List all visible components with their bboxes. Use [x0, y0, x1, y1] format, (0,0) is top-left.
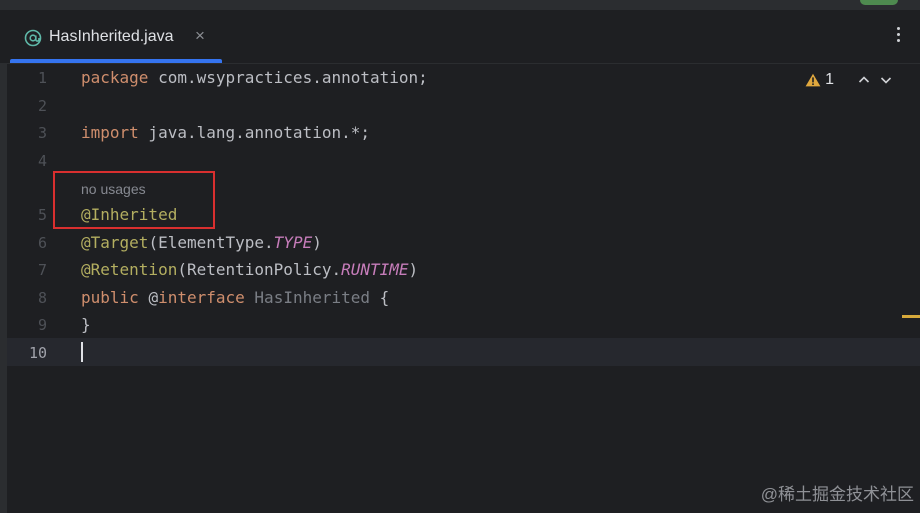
line-number-current: 10 — [28, 344, 47, 362]
annotation-at-icon — [24, 29, 42, 47]
code-line-6: @Target(ElementType.TYPE) — [81, 233, 322, 252]
chevron-down-icon[interactable] — [880, 74, 892, 86]
constant-token: RUNTIME — [341, 260, 409, 279]
warning-icon — [805, 73, 821, 87]
line-number: 5 — [37, 206, 47, 224]
keyword-token: import — [81, 123, 139, 142]
more-vertical-icon[interactable] — [890, 24, 906, 46]
watermark: @稀土掘金技术社区 — [760, 485, 914, 504]
current-line-highlight — [7, 338, 920, 366]
line-number: 1 — [37, 69, 47, 87]
line-number: 6 — [37, 234, 47, 252]
code-text: } — [81, 315, 91, 334]
warning-count: 1 — [825, 71, 834, 88]
scrollbar-warning-marker[interactable] — [902, 315, 920, 318]
code-line-7: @Retention(RetentionPolicy.RUNTIME) — [81, 260, 418, 279]
keyword-token: interface — [158, 288, 245, 307]
code-text: com.wsypractices.annotation; — [148, 68, 428, 87]
line-number: 9 — [37, 316, 47, 334]
close-icon[interactable]: × — [195, 26, 205, 46]
inspection-widget[interactable]: 1 — [805, 70, 892, 90]
keyword-token: public — [81, 288, 139, 307]
tab-hasinherited[interactable]: HasInherited.java × — [10, 10, 222, 63]
active-tab-indicator — [10, 59, 222, 63]
editor-tab-bar: HasInherited.java × — [0, 10, 920, 64]
tab-label: HasInherited.java — [49, 28, 174, 45]
text-cursor — [81, 342, 83, 362]
run-button[interactable] — [860, 0, 898, 5]
line-number: 3 — [37, 124, 47, 142]
tool-window-strip — [0, 64, 7, 513]
line-number-gutter: 1 2 3 4 5 6 7 8 9 10 — [7, 64, 79, 513]
line-number: 8 — [37, 289, 47, 307]
interface-name-token: HasInherited — [254, 288, 371, 307]
code-line-9: } — [81, 315, 91, 334]
code-text: (ElementType. — [148, 233, 274, 252]
chevron-up-icon[interactable] — [858, 74, 870, 86]
code-line-8: public @interface HasInherited { — [81, 288, 389, 307]
code-text: (RetentionPolicy. — [177, 260, 342, 279]
line-number: 2 — [37, 97, 47, 115]
code-text: ) — [312, 233, 322, 252]
line-number: 7 — [37, 261, 47, 279]
annotation-token: @Retention — [81, 260, 178, 279]
constant-token: TYPE — [273, 233, 313, 252]
ide-window: HasInherited.java × 1 2 3 4 5 6 7 8 9 10… — [0, 0, 920, 513]
highlight-box — [53, 171, 215, 229]
code-text: java.lang.annotation.*; — [138, 123, 370, 142]
code-line-1: package com.wsypractices.annotation; — [81, 68, 428, 87]
keyword-token: package — [81, 68, 149, 87]
code-text: { — [370, 288, 390, 307]
code-text: ) — [408, 260, 419, 279]
code-line-3: import java.lang.annotation.*; — [81, 123, 370, 142]
code-text: @ — [148, 288, 159, 307]
code-editor[interactable]: 1 2 3 4 5 6 7 8 9 10 package com.wsyprac… — [0, 64, 920, 513]
line-number: 4 — [37, 152, 47, 170]
annotation-token: @Target — [81, 233, 149, 252]
toolbar-strip — [0, 0, 920, 10]
